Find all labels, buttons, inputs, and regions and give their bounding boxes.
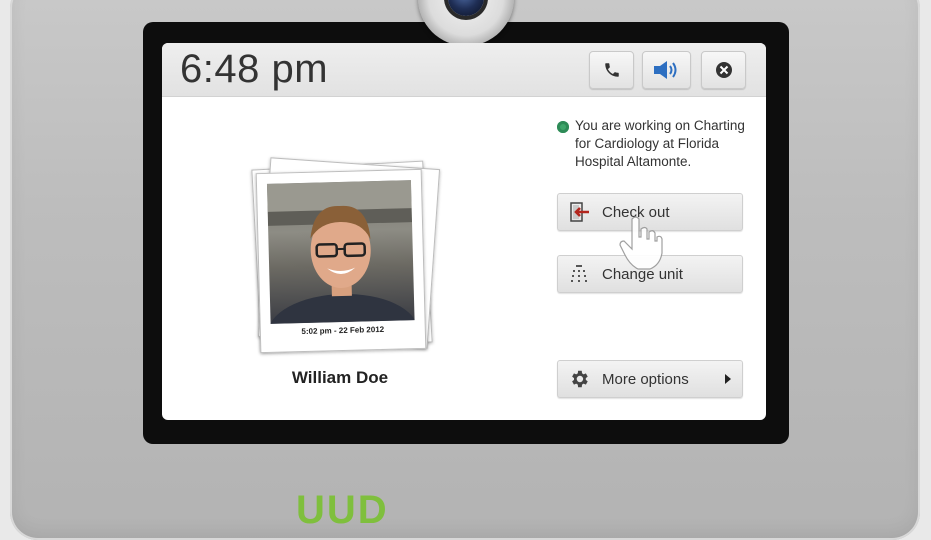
screen: 6:48 pm [162, 43, 766, 420]
phone-button[interactable] [589, 51, 634, 89]
speaker-button[interactable] [642, 51, 691, 89]
polaroid-front: 5:02 pm - 22 Feb 2012 [256, 169, 427, 353]
chevron-right-icon [724, 373, 732, 385]
close-icon [715, 61, 733, 79]
status-indicator [557, 121, 569, 133]
status-message: You are working on Charting for Cardiolo… [575, 117, 760, 171]
clock: 6:48 pm [180, 47, 328, 92]
profile-photo-stack: 5:02 pm - 22 Feb 2012 [250, 161, 440, 356]
hospital-unit-icon [568, 263, 590, 285]
gear-icon [568, 368, 590, 390]
brand-logo: UUD [296, 488, 389, 533]
close-button[interactable] [701, 51, 746, 89]
profile-photo [267, 180, 415, 324]
exit-door-icon [568, 201, 590, 223]
camera-lens [448, 0, 484, 16]
hand-cursor-icon [618, 215, 664, 271]
top-bar: 6:48 pm [162, 43, 766, 97]
phone-icon [603, 61, 621, 79]
person-name: William Doe [250, 368, 430, 388]
more-options-button[interactable]: More options [557, 360, 743, 398]
speaker-icon [653, 60, 681, 80]
more-options-label: More options [602, 371, 689, 388]
photo-caption: 5:02 pm - 22 Feb 2012 [261, 324, 425, 337]
